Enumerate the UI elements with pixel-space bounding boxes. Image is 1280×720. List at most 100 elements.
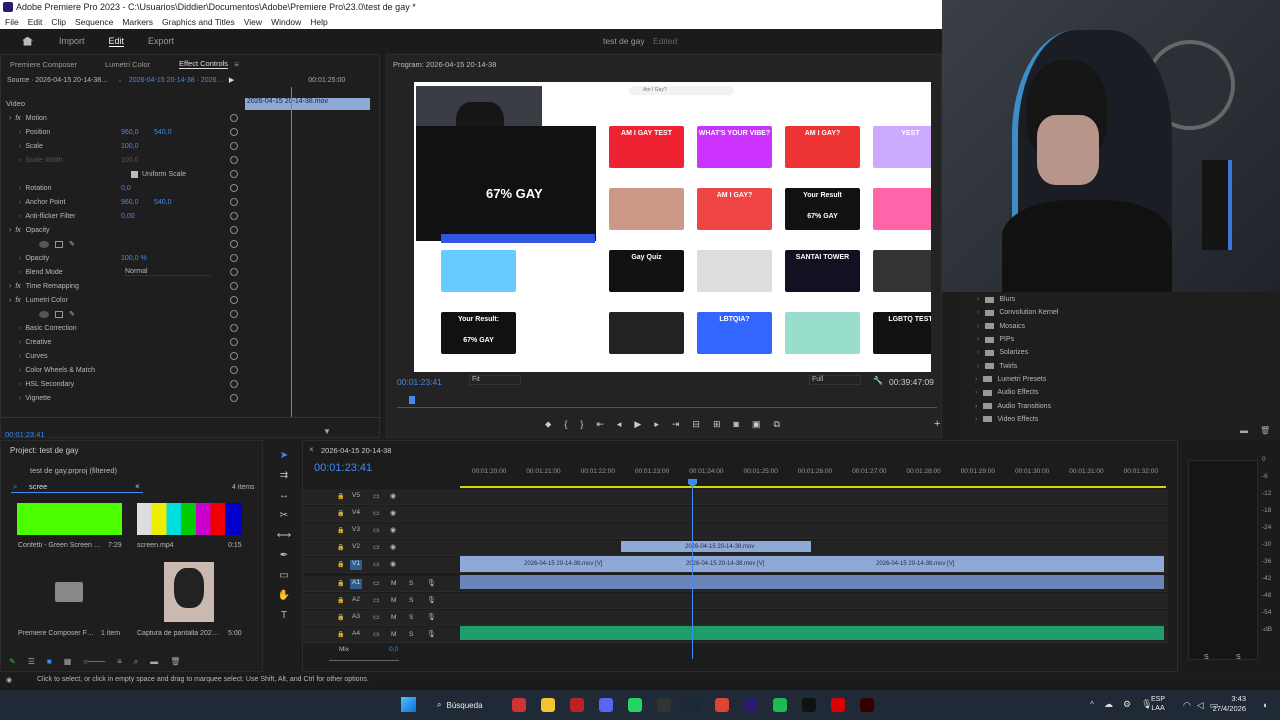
effect-row[interactable]: › fx Motion — [1, 111, 241, 125]
effect-row[interactable]: Uniform Scale — [1, 167, 241, 181]
video-thumbnail[interactable]: Your Result: 67% GAY — [441, 312, 516, 354]
video-thumbnail[interactable] — [785, 312, 860, 354]
clip-a4[interactable] — [460, 626, 1164, 640]
news-icon[interactable] — [570, 698, 584, 712]
export-tab[interactable]: Export — [148, 36, 174, 46]
source-select[interactable]: Source · 2026-04-15 20-14-38… — [7, 77, 117, 84]
export-frame-icon[interactable]: ◙ — [734, 419, 739, 430]
add-button-icon[interactable]: + — [934, 418, 940, 430]
effects-folder[interactable]: › PIPs — [965, 333, 1280, 346]
home-icon[interactable] — [22, 36, 33, 46]
effect-row[interactable]: › Scale Width 100,0 — [1, 153, 241, 167]
trash-icon[interactable]: 🗑 — [1260, 426, 1270, 435]
video-thumbnail[interactable]: Your Result 67% GAY — [785, 188, 860, 230]
wrench-icon[interactable]: 🔧 — [873, 376, 883, 385]
timeline-zoom-bar[interactable] — [329, 660, 399, 661]
spotify-icon[interactable] — [773, 698, 787, 712]
video-thumbnail[interactable]: Gay Quiz — [609, 250, 684, 292]
close-seq-icon[interactable]: × — [309, 445, 314, 454]
effects-folder[interactable]: › Video Effects — [965, 413, 1280, 426]
work-area-bar[interactable] — [460, 486, 1166, 488]
clip-v1-c[interactable]: 2026-04-15 20-14-38.mov [V] — [812, 556, 1164, 572]
filter-icon[interactable]: ▼ — [323, 427, 331, 436]
opera-icon[interactable] — [831, 698, 845, 712]
video-thumbnail[interactable]: AM I GAY? — [785, 126, 860, 168]
in-point-icon[interactable]: { — [564, 419, 567, 430]
icon-view-icon[interactable]: ■ — [47, 657, 52, 667]
video-thumbnail[interactable]: SANTAI TOWER — [785, 250, 860, 292]
start-button[interactable] — [401, 697, 416, 712]
new-bin-icon[interactable]: ▬ — [1240, 426, 1248, 435]
comparison-icon[interactable]: ▣ — [752, 419, 761, 430]
settings-icon[interactable]: ⧉ — [773, 419, 779, 430]
thumb-confetti[interactable] — [17, 503, 122, 535]
out-point-icon[interactable]: } — [580, 419, 583, 430]
marker-icon[interactable]: ⬥ — [545, 419, 551, 430]
track-v5[interactable]: 🔒 V5 ▭ ◉ — [303, 489, 1168, 505]
effect-row[interactable]: › HSL Secondary — [1, 377, 241, 391]
effects-folder[interactable]: › Solarizes — [965, 346, 1280, 359]
video-thumbnail[interactable]: LGBTQ TEST — [873, 312, 931, 354]
ripple-edit-icon[interactable]: ↔ — [279, 490, 289, 501]
effect-row[interactable]: › Basic Correction — [1, 321, 241, 335]
premiere-icon[interactable] — [744, 698, 758, 712]
effect-row[interactable]: › fx Opacity — [1, 223, 241, 237]
video-thumbnail[interactable]: AM I GAY TEST — [609, 126, 684, 168]
track-select-icon[interactable]: ⇉ — [280, 470, 288, 481]
video-thumbnail[interactable]: WHAT'S YOUR VIBE? — [697, 126, 772, 168]
epic-games-icon[interactable] — [657, 698, 671, 712]
effect-row[interactable]: › Scale 100,0 — [1, 139, 241, 153]
effect-row[interactable]: › Blend Mode Normal — [1, 265, 241, 279]
type-tool-icon[interactable]: T — [281, 610, 287, 621]
menu-file[interactable]: File — [5, 17, 19, 29]
effects-folder[interactable]: › Convolution Kernel — [965, 306, 1280, 319]
effect-row[interactable]: › Position 960,0 540,0 — [1, 125, 241, 139]
solo-left[interactable]: S — [1204, 654, 1209, 661]
panel-menu-icon[interactable]: ≡ — [234, 60, 239, 69]
tab-lumetri-color[interactable]: Lumetri Color — [105, 60, 179, 69]
steam-icon[interactable] — [686, 698, 700, 712]
video-thumbnail[interactable]: YEST — [873, 126, 931, 168]
sequence-select[interactable]: 2026-04-15 20-14-38 · 2026… — [129, 77, 229, 84]
list-view-icon[interactable]: ☰ — [28, 657, 35, 667]
clock[interactable]: 3:43 27/4/2026 — [1212, 694, 1246, 714]
effects-folder[interactable]: › Audio Effects — [965, 386, 1280, 399]
pencil-icon[interactable]: ✎ — [9, 657, 16, 667]
effect-row[interactable]: › Creative — [1, 335, 241, 349]
video-thumbnail[interactable] — [609, 188, 684, 230]
zoom-slider[interactable]: ○─── — [83, 657, 105, 667]
effect-row[interactable]: › Anti-flicker Filter 0,00 — [1, 209, 241, 223]
effect-row[interactable]: › Anchor Point 960,0 540,0 — [1, 195, 241, 209]
solo-right[interactable]: S — [1236, 654, 1241, 661]
effect-row[interactable]: › Opacity 100,0 % — [1, 251, 241, 265]
effects-folder[interactable]: › Audio Transitions — [965, 399, 1280, 412]
find-icon[interactable]: ⌕ — [134, 657, 138, 667]
tab-premiere-composer[interactable]: Premiere Composer — [10, 60, 105, 69]
delete-icon[interactable]: 🗑 — [170, 657, 180, 667]
effect-playhead[interactable] — [291, 87, 292, 417]
taskbar-search[interactable]: ⌕ Búsqueda — [437, 697, 505, 713]
effect-row[interactable]: ✎ — [1, 307, 241, 321]
track-a2[interactable]: 🔒 A2 ▭ M S 🎙 — [303, 593, 1168, 609]
effects-folder[interactable]: › Lumetri Presets — [965, 373, 1280, 386]
clip-v1-a[interactable]: 2026-04-15 20-14-38.mov [V] — [460, 556, 622, 572]
video-thumbnail[interactable] — [697, 250, 772, 292]
video-thumbnail[interactable] — [441, 250, 516, 292]
hand-tool-icon[interactable]: ✋ — [278, 590, 290, 601]
clear-search-icon[interactable]: × — [135, 482, 140, 491]
program-playhead[interactable] — [409, 396, 415, 404]
freeform-icon[interactable]: ▦ — [64, 657, 72, 667]
effects-folder[interactable]: › Mosaics — [965, 320, 1280, 333]
play-only-icon[interactable]: ▶ — [229, 76, 234, 84]
effect-row[interactable]: › fx Time Remapping — [1, 279, 241, 293]
effect-row[interactable]: › Rotation 0,0 — [1, 181, 241, 195]
edit-tab[interactable]: Edit — [108, 36, 125, 47]
bin-icon[interactable]: ▬ — [150, 657, 158, 667]
video-thumbnail[interactable] — [873, 188, 931, 230]
file-explorer-icon[interactable] — [541, 698, 555, 712]
menu-window[interactable]: Window — [271, 17, 301, 29]
program-scrubber[interactable] — [397, 407, 937, 408]
menu-view[interactable]: View — [244, 17, 262, 29]
video-thumbnail[interactable] — [873, 250, 931, 292]
thumb-screen[interactable] — [137, 503, 242, 535]
